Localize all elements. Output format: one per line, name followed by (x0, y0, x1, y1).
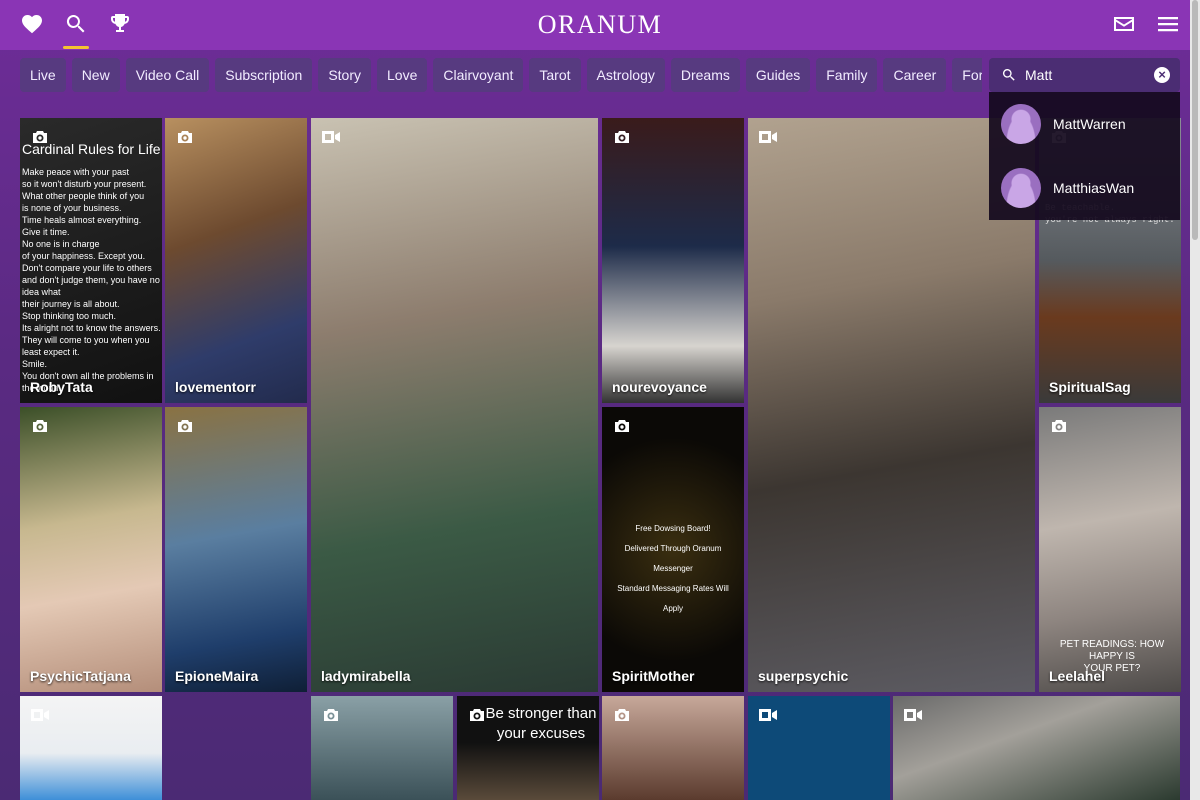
psychic-tile[interactable]: Be stronger than your excuses (457, 696, 599, 800)
clear-search-icon[interactable]: × (1154, 67, 1170, 83)
overlay-line: your excuses (496, 725, 586, 742)
overlay-line: is none of your business. (22, 203, 122, 213)
camera-icon (1051, 419, 1067, 433)
psychic-tile[interactable]: Free Dowsing Board! Delivered Through Ora… (602, 407, 744, 692)
filter-chip[interactable]: Love (377, 58, 428, 92)
overlay-line: Be stronger than (485, 705, 597, 722)
overlay-line: Standard Messaging Rates Will Apply (617, 584, 729, 613)
overlay-line: Don't compare your life to others (22, 263, 152, 273)
filter-chip[interactable]: Family (816, 58, 878, 92)
search-result-item[interactable]: MatthiasWan (989, 156, 1180, 220)
overlay-line: Give it time. (22, 227, 70, 237)
overlay-line: Time heals almost everything. (22, 215, 142, 225)
tile-username: superpsychic (758, 668, 849, 684)
tile-username: SpiritualSag (1049, 379, 1131, 395)
result-username: MatthiasWan (1053, 180, 1135, 196)
tile-overlay-text: Cardinal Rules for Life Make peace with y… (22, 140, 162, 394)
tile-overlay-text: Be stronger than your excuses (485, 704, 597, 744)
mail-icon[interactable] (1111, 11, 1137, 37)
trophy-icon[interactable] (107, 11, 133, 37)
heart-icon[interactable] (19, 11, 45, 37)
search-result-item[interactable]: MattWarren (989, 92, 1180, 156)
psychic-tile[interactable]: ladymirabella (311, 118, 598, 692)
filter-chip[interactable]: Live (20, 58, 66, 92)
overlay-line: No one is in charge (22, 239, 100, 249)
camera-icon (177, 419, 193, 433)
psychic-tile[interactable]: EpioneMaira (165, 407, 307, 692)
tile-username: nourevoyance (612, 379, 707, 395)
search-input[interactable] (1025, 67, 1154, 83)
active-tab-indicator (63, 46, 89, 49)
filter-chip[interactable]: Guides (745, 58, 811, 92)
oranum-logo[interactable]: ORANUM (0, 10, 1200, 40)
camera-icon (323, 708, 339, 722)
filter-chip[interactable]: Clairvoyant (433, 58, 524, 92)
tile-username: RobyTata (30, 379, 93, 395)
search-icon (1001, 67, 1017, 83)
tile-username: SpiritMother (612, 668, 695, 684)
overlay-title: Cardinal Rules for Life (22, 141, 161, 157)
filter-chip[interactable]: New (71, 58, 120, 92)
video-camera-icon (903, 708, 923, 722)
overlay-line: Free Dowsing Board! (635, 524, 711, 533)
camera-icon (614, 130, 630, 144)
video-camera-icon (758, 708, 778, 722)
filter-chip[interactable]: Astrology (586, 58, 665, 92)
overlay-line: their journey is all about. (22, 299, 120, 309)
overlay-line: of your happiness. Except you. (22, 251, 146, 261)
search-icon[interactable] (63, 11, 89, 37)
filter-chip[interactable]: Tarot (529, 58, 581, 92)
overlay-line: Smile. (22, 359, 48, 369)
camera-icon (614, 419, 630, 433)
overlay-line: Stop thinking too much. (22, 311, 117, 321)
video-camera-icon (758, 130, 778, 144)
search-box[interactable]: × (989, 58, 1180, 92)
overlay-line: They will come to you when you least exp… (22, 335, 150, 357)
tile-username: Leelahel (1049, 668, 1106, 684)
filter-chip[interactable]: Dreams (670, 58, 740, 92)
overlay-line: and don't judge them, you have no idea w… (22, 275, 160, 297)
filter-chip[interactable]: Video Call (125, 58, 210, 92)
camera-icon (32, 419, 48, 433)
overlay-line: PET READINGS: HOW HAPPY IS (1059, 639, 1165, 662)
psychic-tile[interactable]: nourevoyance (602, 118, 744, 403)
camera-icon (614, 708, 630, 722)
psychic-tile[interactable] (311, 696, 453, 800)
psychic-tile[interactable]: PET READINGS: HOW HAPPY IS YOUR PET? Leela… (1039, 407, 1181, 692)
filter-chip[interactable]: Subscription (215, 58, 313, 92)
tile-username: lovementorr (175, 379, 256, 395)
psychic-tile[interactable]: PsychicTatjana (20, 407, 162, 692)
camera-icon (469, 708, 485, 722)
top-bar: ORANUM (0, 0, 1200, 50)
overlay-line: so it won't disturb your present. (22, 179, 147, 189)
video-camera-icon (30, 708, 50, 722)
filter-chip[interactable]: Story (318, 58, 371, 92)
video-camera-icon (321, 130, 341, 144)
psychic-tile[interactable] (602, 696, 744, 800)
psychic-tile[interactable]: Cardinal Rules for Life Make peace with y… (20, 118, 162, 403)
category-filter-bar: Live New Video Call Subscription Story Love Cl… (20, 58, 982, 92)
avatar (1001, 168, 1041, 208)
scrollbar-thumb[interactable] (1192, 0, 1198, 240)
psychic-tile[interactable] (893, 696, 1180, 800)
psychic-tile[interactable] (20, 696, 162, 800)
hamburger-icon[interactable] (1155, 11, 1181, 37)
overlay-line: What other people think of you (22, 191, 145, 201)
overlay-line: Delivered Through Oranum Messenger (624, 544, 722, 573)
tile-username: PsychicTatjana (30, 668, 131, 684)
overlay-line: Its alright not to know the answers. (22, 323, 161, 333)
psychic-tile[interactable] (748, 696, 890, 800)
tile-overlay-text: Free Dowsing Board! Delivered Through Ora… (610, 519, 736, 619)
filter-chip[interactable]: Fortu (952, 58, 982, 92)
overlay-line: Make peace with your past (22, 167, 130, 177)
camera-icon (177, 130, 193, 144)
filter-chip[interactable]: Career (883, 58, 947, 92)
page-scrollbar[interactable] (1190, 0, 1200, 800)
search-results-dropdown: MattWarren MatthiasWan (989, 92, 1180, 220)
tile-username: ladymirabella (321, 668, 411, 684)
avatar (1001, 104, 1041, 144)
psychic-tile[interactable]: lovementorr (165, 118, 307, 403)
tile-username: EpioneMaira (175, 668, 259, 684)
result-username: MattWarren (1053, 116, 1126, 132)
